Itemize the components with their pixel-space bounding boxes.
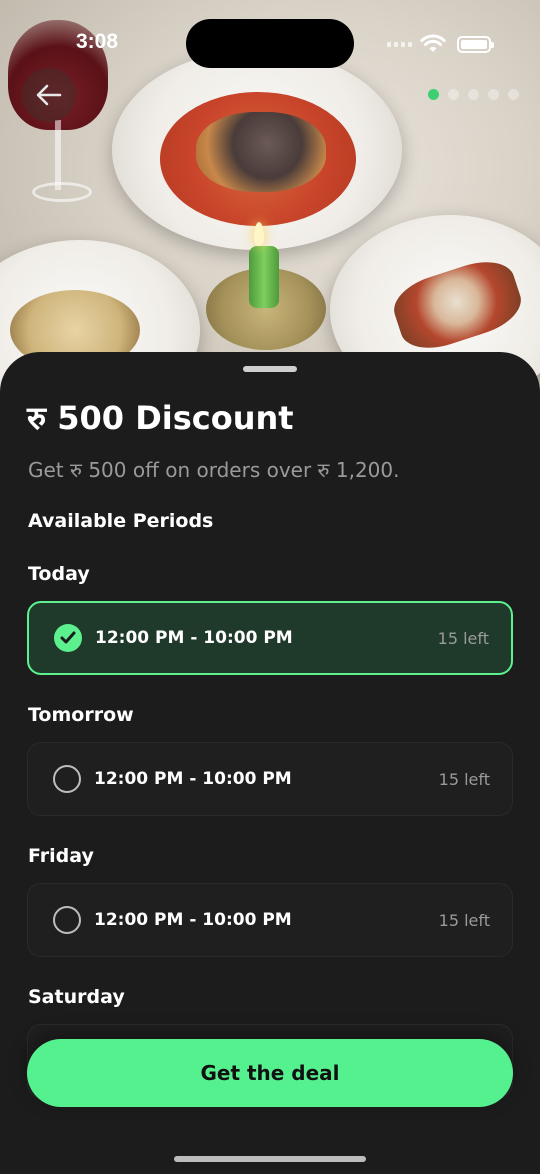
period-slot-tomorrow[interactable]: 12:00 PM - 10:00 PM 15 left [27,742,513,816]
day-label-today: Today [28,563,90,585]
home-indicator [174,1156,366,1162]
wine-glass-base [32,182,92,202]
radio-icon [53,765,81,793]
deal-title: रु 500 Discount [27,399,294,437]
sheet-grabber[interactable] [243,366,297,372]
slot-time: 12:00 PM - 10:00 PM [94,910,292,930]
page-dot-4[interactable] [488,89,499,100]
wine-glass-stem [55,120,61,190]
slot-remaining: 15 left [438,910,490,930]
page-dot-1[interactable] [428,89,439,100]
period-slot-today[interactable]: 12:00 PM - 10:00 PM 15 left [27,601,513,675]
slot-time: 12:00 PM - 10:00 PM [95,628,293,648]
back-button[interactable] [22,68,76,122]
available-periods-heading: Available Periods [28,510,214,532]
dynamic-island [186,19,354,68]
page-dot-2[interactable] [448,89,459,100]
cellular-signal-icon [387,42,412,47]
eggplant-cutlet [196,112,326,192]
page-dot-5[interactable] [508,89,519,100]
battery-icon [457,36,494,53]
slot-remaining: 15 left [437,628,489,648]
slot-time: 12:00 PM - 10:00 PM [94,769,292,789]
arrow-left-icon [36,84,62,106]
slot-remaining: 15 left [438,769,490,789]
deal-description: Get रु 500 off on orders over रु 1,200. [28,458,400,482]
radio-icon [53,906,81,934]
status-time: 3:08 [76,30,119,53]
wifi-icon [420,34,446,52]
image-page-indicator[interactable] [428,89,519,100]
day-label-tomorrow: Tomorrow [28,704,134,726]
candle [249,246,279,308]
day-label-saturday: Saturday [28,986,125,1008]
get-deal-button[interactable]: Get the deal [27,1039,513,1107]
checkmark-icon [54,624,82,652]
page-dot-3[interactable] [468,89,479,100]
period-slot-friday[interactable]: 12:00 PM - 10:00 PM 15 left [27,883,513,957]
day-label-friday: Friday [28,845,94,867]
